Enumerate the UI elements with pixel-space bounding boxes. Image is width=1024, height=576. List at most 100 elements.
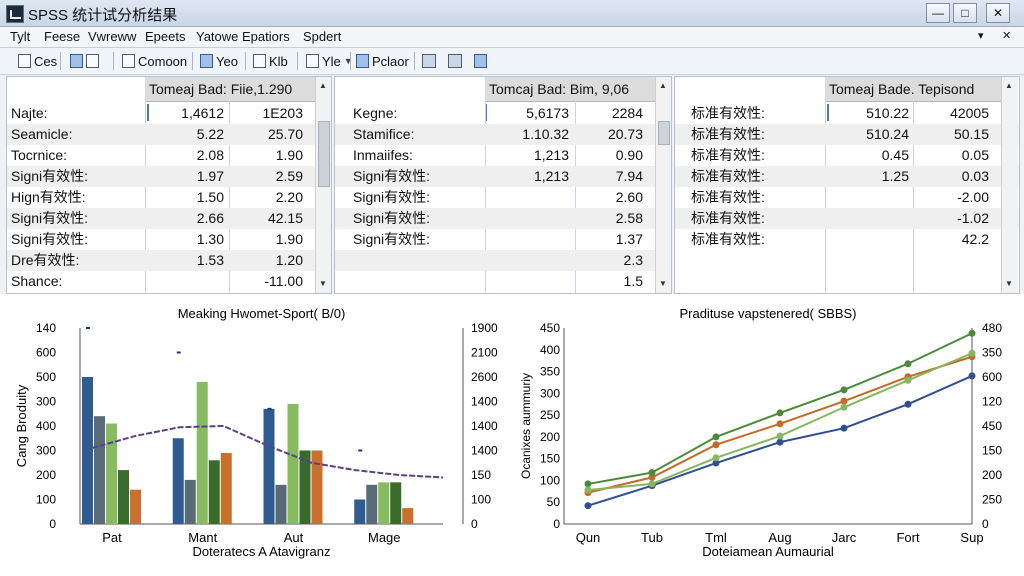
table-row[interactable]: Signi有效性: 2.66 42.15	[7, 208, 331, 229]
menu-dropdown-icon[interactable]: ▾	[978, 29, 984, 42]
table-row[interactable]: Signi有效性: 1,213 7.94	[335, 166, 671, 187]
menu-close-icon[interactable]: ✕	[1002, 29, 1011, 42]
scroll-thumb[interactable]	[658, 121, 670, 145]
y2-tick-label: 250	[982, 493, 1002, 507]
toolbar-compare-button[interactable]: Comoon	[122, 52, 187, 70]
y-tick-label: 50	[547, 495, 561, 509]
toolbar-procedure-button[interactable]: Pclaor	[356, 52, 409, 70]
bar-chart: Meaking Hwomet-Sport( B/0) 0 100 200 300 400 3…	[14, 306, 498, 559]
table-row[interactable]: 标准有效性: 510.22 42005	[675, 103, 1019, 124]
table-row[interactable]: 标准有效性: 0.45 0.05	[675, 145, 1019, 166]
y-tick-label: 0	[553, 517, 560, 531]
menu-edit[interactable]: Feese	[44, 29, 80, 44]
table-row[interactable]: 标准有效性: -2.00	[675, 187, 1019, 208]
x-tick-label: Tml	[705, 530, 727, 545]
table-row[interactable]: Dre有效性: 1.53 1.20	[7, 250, 331, 271]
x-tick-label: Aug	[768, 530, 791, 545]
scroll-down-icon[interactable]: ▼	[319, 279, 327, 288]
series-line	[587, 332, 973, 485]
table-row[interactable]: Signi有效性: 2.58	[335, 208, 671, 229]
procedure-icon	[356, 54, 369, 68]
toolbar-separator	[60, 52, 61, 70]
data-point	[776, 432, 784, 440]
panel-scrollbar[interactable]: ▲ ▼	[315, 77, 331, 293]
y-tick-label: 300	[540, 386, 560, 400]
table-row[interactable]: Stamifice: 1.10.32 20.73	[335, 124, 671, 145]
toolbar-separator	[297, 52, 298, 70]
scroll-down-icon[interactable]: ▼	[659, 279, 667, 288]
maximize-button[interactable]: □	[953, 3, 977, 23]
data-point	[840, 403, 848, 411]
table-row[interactable]: Signi有效性: 1.30 1.90	[7, 229, 331, 250]
table-row[interactable]: 标准有效性: -1.02	[675, 208, 1019, 229]
toolbar-graph-button[interactable]	[448, 52, 462, 70]
table-row[interactable]: Tocrnice: 2.08 1.90	[7, 145, 331, 166]
table-row[interactable]: Hign有效性: 1.50 2.20	[7, 187, 331, 208]
table-row[interactable]: 标准有效性: 510.24 50.15	[675, 124, 1019, 145]
bar	[106, 423, 117, 524]
x-tick-label: Qun	[576, 530, 601, 545]
table-row[interactable]: Inmaiifes: 1,213 0.90	[335, 145, 671, 166]
table-row[interactable]: Kegne: 5,6173 2284	[335, 103, 671, 124]
y-tick-label: 300	[36, 395, 56, 409]
table-row[interactable]: 1.5	[335, 271, 671, 292]
y2-tick-label: 100	[471, 493, 491, 507]
toolbar-chart-button[interactable]	[422, 52, 436, 70]
print-icon	[86, 54, 99, 68]
data-point	[648, 480, 656, 488]
bar	[287, 403, 299, 524]
table-row[interactable]: Signi有效性: 1.37	[335, 229, 671, 250]
data-point	[584, 502, 592, 510]
y2-tick-label: 0	[471, 517, 478, 531]
menu-analyze[interactable]: Spdert	[303, 29, 341, 44]
data-point	[776, 438, 784, 446]
table-row[interactable]: Najte: 1,4612 1E203	[7, 103, 331, 124]
scroll-down-icon[interactable]: ▼	[1005, 279, 1013, 288]
chart-icon	[422, 54, 436, 68]
x-tick-label: Fort	[896, 530, 920, 545]
result-panel-1: Tomeaj Bad: Fiie,1.290 Najte: 1,4612 1E203…	[6, 76, 332, 294]
toolbar-edit-button[interactable]: Klb	[253, 52, 288, 70]
table-row[interactable]: 标准有效性: 1.25 0.03	[675, 166, 1019, 187]
bar	[94, 416, 105, 524]
y-tick-label: 100	[540, 473, 560, 487]
table-row[interactable]: Seamicle: 5.22 25.70	[7, 124, 331, 145]
table-row[interactable]: 标准有效性: 42.2	[675, 229, 1019, 250]
table-row[interactable]: Signi有效性: 1.97 2.59	[7, 166, 331, 187]
page-icon	[122, 54, 135, 68]
bar	[366, 484, 378, 524]
menu-transform[interactable]: Yatowe	[196, 29, 238, 44]
panel-header: Tomeaj Bade. Tepisond	[825, 77, 1005, 102]
y-tick-label: 0	[49, 517, 56, 531]
toolbar-pointer-button[interactable]	[474, 52, 487, 70]
close-button[interactable]: ✕	[986, 3, 1010, 23]
table-row[interactable]: Shance: -11.00	[7, 271, 331, 292]
toolbar-view-button[interactable]: Yle ▼	[306, 52, 353, 70]
spss-app-icon	[6, 5, 24, 23]
data-point	[712, 441, 720, 449]
scroll-up-icon[interactable]: ▲	[659, 81, 667, 90]
table-row[interactable]: 2.3	[335, 250, 671, 271]
x-axis-label: Doteiamean Aumaurial	[702, 544, 834, 559]
menu-options[interactable]: Epatiors	[242, 29, 290, 44]
minimize-button[interactable]: —	[926, 3, 950, 23]
toolbar-filter-button[interactable]: Yeo	[200, 52, 238, 70]
bar	[220, 452, 232, 524]
menu-data[interactable]: Epeets	[145, 29, 185, 44]
scroll-track[interactable]	[1004, 97, 1016, 269]
toolbar-open-button[interactable]: Ces	[18, 52, 57, 70]
menu-view[interactable]: Vwreww	[88, 29, 136, 44]
document-icon	[18, 54, 31, 68]
scroll-up-icon[interactable]: ▲	[319, 81, 327, 90]
toolbar-label: Comoon	[138, 53, 188, 69]
panel-scrollbar[interactable]: ▲ ▼	[655, 77, 671, 293]
data-point	[584, 486, 592, 494]
scroll-up-icon[interactable]: ▲	[1005, 81, 1013, 90]
x-tick-label: Jarc	[832, 530, 857, 545]
panel-scrollbar[interactable]: ▲ ▼	[1001, 77, 1018, 293]
toolbar-save-button[interactable]	[70, 52, 99, 70]
table-row[interactable]: Signi有效性: 2.60	[335, 187, 671, 208]
x-tick-label: Aut	[284, 530, 304, 545]
menu-file[interactable]: Tylt	[10, 29, 30, 44]
scroll-thumb[interactable]	[318, 121, 330, 187]
